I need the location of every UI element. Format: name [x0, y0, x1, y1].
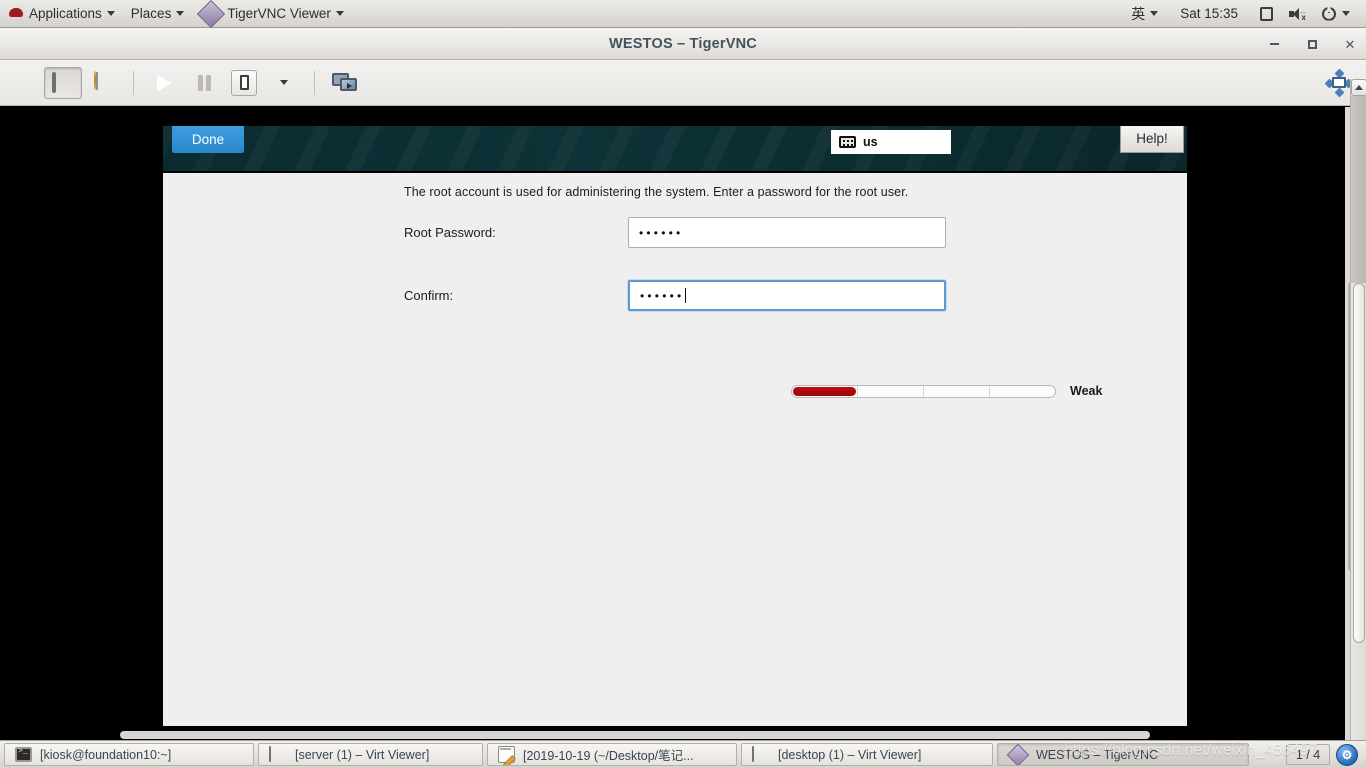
chevron-down-icon — [106, 11, 115, 16]
notepad-icon — [498, 746, 515, 763]
taskbar-item-label: [desktop (1) – Virt Viewer] — [778, 747, 922, 762]
keyboard-icon — [839, 136, 856, 148]
taskbar-item-label: [kiosk@foundation10:~] — [40, 747, 172, 762]
chevron-down-icon — [1342, 11, 1350, 16]
applications-menu[interactable]: Applications — [0, 0, 123, 27]
gnome-top-panel: Applications Places TigerVNC Viewer 英 Sa… — [0, 0, 1366, 28]
scrollbar-track[interactable] — [1351, 96, 1366, 283]
places-menu-label: Places — [130, 6, 172, 21]
active-app-label: TigerVNC Viewer — [227, 6, 331, 21]
root-password-input[interactable]: •••••• — [628, 217, 946, 248]
top-panel-left: Applications Places TigerVNC Viewer — [0, 0, 352, 28]
help-button[interactable]: Help! — [1120, 126, 1184, 153]
installer-header: Done us Help! — [163, 126, 1187, 173]
password-strength-bar — [791, 384, 1056, 398]
active-app-menu[interactable]: TigerVNC Viewer — [192, 0, 352, 28]
pause-icon — [197, 74, 211, 91]
places-menu[interactable]: Places — [123, 0, 193, 27]
keyboard-layout-label: us — [863, 135, 878, 149]
monitor-icon — [52, 71, 74, 93]
hint-button[interactable] — [84, 67, 122, 99]
scroll-up-button[interactable] — [1351, 79, 1366, 96]
lightbulb-icon — [94, 70, 112, 94]
taskbar-item-notes[interactable]: [2019-10-19 (~/Desktop/笔记... — [487, 743, 737, 766]
password-strength-fill — [793, 386, 857, 396]
clock[interactable]: Sat 15:35 — [1166, 0, 1252, 27]
done-button[interactable]: Done — [172, 126, 244, 153]
taskbar-item-tigervnc[interactable]: WESTOS – TigerVNC — [997, 743, 1249, 766]
confirm-password-label: Confirm: — [404, 288, 454, 303]
scrollbar-thumb[interactable] — [120, 731, 1150, 739]
taskbar-item-label: [2019-10-19 (~/Desktop/笔记... — [523, 749, 694, 763]
pause-button[interactable] — [185, 67, 223, 99]
terminal-icon — [15, 747, 32, 762]
screens-button[interactable] — [326, 67, 364, 99]
confirm-password-value: •••••• — [640, 288, 685, 303]
taskbar-item-desktop-virt-viewer[interactable]: [desktop (1) – Virt Viewer] — [741, 743, 993, 766]
input-method-label: 英 — [1131, 5, 1146, 22]
applications-menu-label: Applications — [29, 6, 102, 21]
display-icon — [1260, 6, 1273, 21]
snapshot-button[interactable] — [225, 67, 263, 99]
keyboard-layout-indicator[interactable]: us — [831, 130, 951, 154]
installer-body: The root account is used for administeri… — [163, 173, 1187, 724]
taskbar-item-terminal[interactable]: [kiosk@foundation10:~] — [4, 743, 254, 766]
scrollbar-thumb[interactable] — [1353, 283, 1365, 643]
fit-window-icon[interactable] — [1324, 68, 1354, 97]
page-description: The root account is used for administeri… — [404, 185, 909, 199]
password-strength-meter: Weak — [791, 384, 1102, 398]
chevron-down-icon — [335, 11, 344, 16]
tigervnc-icon — [197, 0, 226, 28]
toolbar-separator — [133, 70, 134, 95]
viewer-vertical-scrollbar[interactable] — [1350, 79, 1366, 740]
play-icon — [156, 73, 172, 92]
tigervnc-window: WESTOS – TigerVNC ✕ Done us Help! The ro… — [0, 28, 1366, 740]
network-icon[interactable]: ⚙ — [1336, 743, 1358, 766]
chevron-down-icon — [1150, 11, 1159, 16]
taskbar-item-label: [server (1) – Virt Viewer] — [295, 747, 430, 762]
play-button[interactable] — [145, 67, 183, 99]
remote-inner-horizontal-scrollbar[interactable] — [40, 730, 1310, 740]
power-icon — [1321, 6, 1337, 22]
window-list-taskbar: [kiosk@foundation10:~] [server (1) – Vir… — [0, 740, 1366, 768]
top-panel-right: 英 Sat 15:35 ᐧᐧ x — [1123, 0, 1366, 27]
remote-screen[interactable]: Done us Help! The root account is used f… — [0, 107, 1366, 740]
clock-label: Sat 15:35 — [1180, 6, 1238, 21]
workspace-switcher[interactable]: 1 / 4 — [1286, 744, 1330, 765]
window-title: WESTOS – TigerVNC — [609, 35, 757, 52]
multi-monitor-icon — [332, 72, 358, 93]
monitor-icon — [269, 745, 287, 763]
window-controls: ✕ — [1266, 28, 1358, 60]
taskbar-tray: 1 / 4 ⚙ — [1286, 743, 1362, 766]
snapshot-icon — [231, 69, 257, 96]
minimize-button[interactable] — [1266, 36, 1282, 52]
chevron-down-icon — [176, 11, 185, 16]
confirm-password-row: Confirm: •••••• — [404, 280, 946, 311]
taskbar-item-label: WESTOS – TigerVNC — [1036, 747, 1159, 762]
toolbar-separator — [314, 70, 315, 95]
root-password-row: Root Password: •••••• — [404, 217, 946, 248]
viewer-toolbar — [0, 60, 1366, 106]
display-settings-button[interactable] — [1252, 0, 1281, 27]
maximize-button[interactable] — [1304, 36, 1320, 52]
taskbar-item-server-virt-viewer[interactable]: [server (1) – Virt Viewer] — [258, 743, 483, 766]
anaconda-root-password-page: Done us Help! The root account is used f… — [163, 126, 1187, 726]
monitor-icon — [752, 745, 770, 763]
close-button[interactable]: ✕ — [1342, 36, 1358, 52]
root-password-label: Root Password: — [404, 225, 496, 240]
input-method-indicator[interactable]: 英 — [1123, 0, 1166, 27]
confirm-password-input[interactable]: •••••• — [628, 280, 946, 311]
text-cursor — [685, 288, 687, 303]
fullscreen-toggle-button[interactable] — [44, 66, 82, 99]
redhat-logo-icon — [8, 5, 24, 22]
screen: Applications Places TigerVNC Viewer 英 Sa… — [0, 0, 1366, 768]
volume-muted-icon: ᐧᐧ x — [1289, 7, 1306, 22]
system-menu-button[interactable] — [1313, 0, 1358, 27]
window-titlebar[interactable]: WESTOS – TigerVNC ✕ — [0, 28, 1366, 60]
chevron-down-icon — [280, 80, 288, 85]
volume-button[interactable]: ᐧᐧ x — [1281, 0, 1313, 27]
tigervnc-icon — [1006, 744, 1030, 765]
password-strength-label: Weak — [1070, 384, 1103, 398]
toolbar-menu-button[interactable] — [265, 67, 303, 99]
